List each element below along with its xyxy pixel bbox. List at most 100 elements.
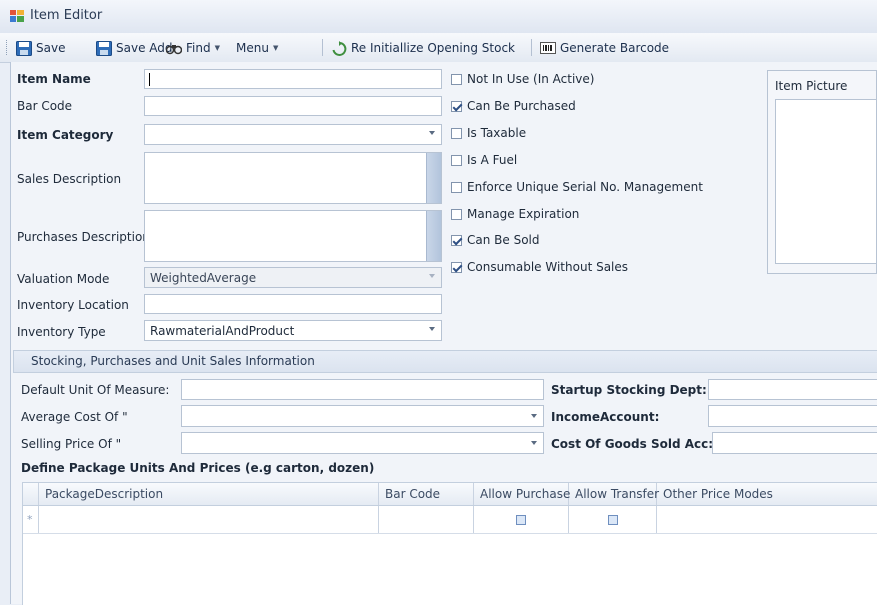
sales-description-textarea[interactable] (144, 152, 442, 204)
checkbox-label: Is Taxable (467, 126, 527, 140)
generate-barcode-button[interactable]: Generate Barcode (540, 39, 669, 57)
item-picture-label: Item Picture (775, 79, 848, 93)
checkbox-can-be-sold[interactable]: Can Be Sold (451, 233, 540, 247)
toolbar-separator (531, 39, 532, 56)
checkbox-can-be-purchased[interactable]: Can Be Purchased (451, 99, 576, 113)
item-category-label: Item Category (17, 128, 114, 142)
item-picture-box[interactable]: Item Picture (767, 70, 877, 274)
checkbox-manage-expiration[interactable]: Manage Expiration (451, 207, 579, 221)
scrollbar[interactable] (426, 211, 441, 261)
cell-package-description[interactable] (39, 506, 379, 533)
find-button[interactable]: Find ▼ (166, 39, 220, 57)
inventory-type-label: Inventory Type (17, 325, 106, 339)
bar-code-label: Bar Code (17, 99, 73, 113)
item-picture-frame[interactable] (775, 99, 876, 264)
column-header[interactable]: Allow Purchase (474, 483, 570, 505)
app-icon (10, 10, 24, 22)
checkbox-allow-purchase[interactable] (516, 514, 526, 525)
chevron-down-icon (429, 327, 435, 331)
column-header[interactable]: Bar Code (379, 483, 474, 505)
title-bar: Item Editor (0, 0, 877, 34)
package-grid: PackageDescription Bar Code Allow Purcha… (22, 482, 877, 605)
column-header[interactable]: PackageDescription (39, 483, 379, 505)
checkbox-box[interactable] (451, 100, 462, 112)
cell-bar-code[interactable] (379, 506, 474, 533)
chevron-down-icon: ▼ (272, 44, 279, 52)
checkbox-is-a-fuel[interactable]: Is A Fuel (451, 153, 517, 167)
checkbox-box[interactable] (451, 127, 462, 139)
table-row[interactable]: * (23, 506, 877, 534)
cogs-account-input[interactable] (712, 432, 877, 454)
save-button[interactable]: Save (16, 39, 65, 57)
average-cost-select[interactable] (181, 405, 544, 427)
checkbox-box[interactable] (451, 261, 462, 273)
checkbox-box[interactable] (451, 234, 462, 246)
menu-label: Menu (236, 41, 269, 55)
selling-price-select[interactable] (181, 432, 544, 454)
startup-dept-input[interactable] (708, 379, 877, 400)
item-name-input[interactable] (144, 69, 442, 89)
save-label: Save (36, 41, 66, 55)
average-cost-label: Average Cost Of " (21, 410, 128, 424)
valuation-mode-label: Valuation Mode (17, 272, 110, 286)
purchases-description-textarea[interactable] (144, 210, 442, 262)
valuation-mode-select[interactable]: WeightedAverage (144, 267, 442, 288)
checkbox-label: Can Be Purchased (467, 99, 576, 113)
stocking-section-title: Stocking, Purchases and Unit Sales Infor… (31, 354, 315, 368)
cell-allow-purchase[interactable] (474, 506, 569, 533)
checkbox-allow-transfer[interactable] (607, 514, 618, 525)
checkbox-is-taxable[interactable]: Is Taxable (451, 126, 526, 140)
toolbar-separator (322, 39, 323, 56)
checkbox-consumable-without-sales[interactable]: Consumable Without Sales (451, 260, 628, 274)
chevron-down-icon: ▼ (214, 44, 220, 52)
inventory-type-select[interactable]: RawmaterialAndProduct (144, 320, 442, 341)
menu-button[interactable]: Menu ▼ (236, 39, 278, 57)
purchases-description-label: Purchases Description (17, 230, 150, 244)
chevron-down-icon (429, 131, 435, 135)
package-units-title: Define Package Units And Prices (e.g car… (21, 461, 375, 475)
cell-other-price-modes[interactable] (657, 506, 877, 533)
item-category-select[interactable] (144, 124, 442, 145)
window-title: Item Editor (30, 8, 103, 23)
checkbox-label: Is A Fuel (467, 153, 518, 167)
startup-dept-label: Startup Stocking Dept: (551, 383, 707, 397)
checkbox-box[interactable] (451, 154, 462, 166)
inventory-location-label: Inventory Location (17, 298, 129, 312)
bar-code-input[interactable] (144, 96, 442, 116)
package-grid-header: PackageDescription Bar Code Allow Purcha… (23, 483, 877, 506)
income-account-input[interactable] (708, 405, 877, 427)
toolbar-grip[interactable] (6, 40, 9, 55)
refresh-icon (332, 40, 347, 56)
checkbox-label: Can Be Sold (467, 233, 540, 247)
chevron-down-icon (531, 441, 537, 445)
find-label: Find (186, 41, 211, 55)
checkbox-box[interactable] (451, 208, 462, 220)
column-header[interactable]: Other Price Modes (657, 483, 877, 505)
binoculars-icon (166, 44, 182, 54)
checkbox-label: Consumable Without Sales (467, 260, 629, 274)
checkbox-box[interactable] (451, 181, 462, 193)
save-icon (16, 40, 32, 56)
reinitialize-stock-label: Re Initiallize Opening Stock (351, 41, 515, 55)
column-header[interactable]: Allow Transfer (569, 483, 659, 505)
chevron-down-icon (531, 414, 537, 418)
checkbox-unique-serial[interactable]: Enforce Unique Serial No. Management (451, 180, 703, 194)
reinitialize-stock-button[interactable]: Re Initiallize Opening Stock (331, 39, 515, 57)
row-indicator-header (23, 483, 39, 505)
item-name-label: Item Name (17, 72, 91, 86)
scrollbar[interactable] (426, 153, 441, 203)
default-uom-input[interactable] (181, 379, 544, 400)
save-add-label: Save Add (116, 41, 173, 55)
cell-allow-transfer[interactable] (569, 506, 657, 533)
checkbox-label: Enforce Unique Serial No. Management (467, 180, 703, 194)
stocking-section-header: Stocking, Purchases and Unit Sales Infor… (13, 350, 877, 373)
inventory-location-input[interactable] (144, 294, 442, 314)
income-account-label: IncomeAccount: (551, 410, 660, 424)
cogs-account-label: Cost Of Goods Sold Acc: (551, 437, 714, 451)
chevron-down-icon (429, 274, 435, 278)
checkbox-label: Manage Expiration (467, 207, 580, 221)
checkbox-not-in-use[interactable]: Not In Use (In Active) (451, 72, 594, 86)
checkbox-box[interactable] (451, 73, 462, 85)
checkbox-label: Not In Use (In Active) (467, 72, 595, 86)
save-add-button[interactable]: Save Add (96, 39, 173, 57)
